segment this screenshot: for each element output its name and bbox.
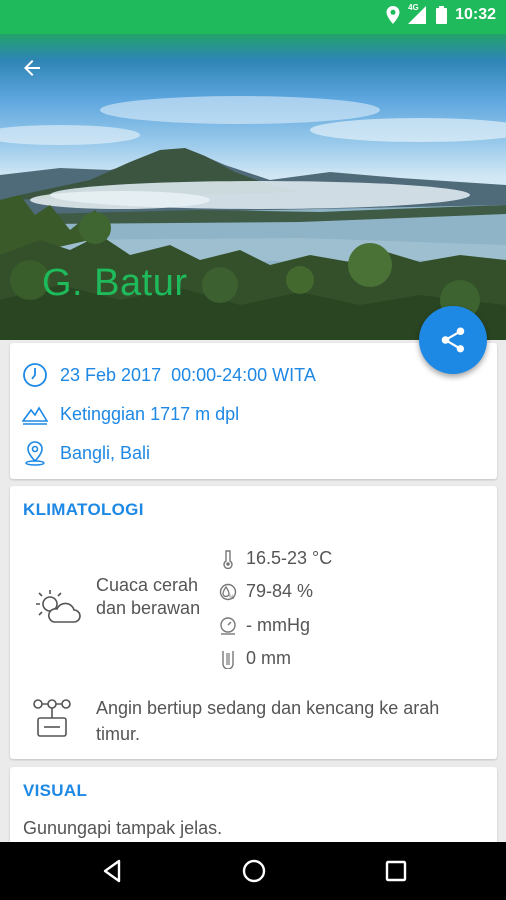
status-bar: 4G 10:32 bbox=[0, 0, 506, 34]
humidity-icon: % bbox=[219, 583, 237, 601]
mountain-icon bbox=[22, 406, 48, 425]
rain-gauge-icon bbox=[222, 650, 234, 669]
map-pin-icon bbox=[25, 441, 45, 466]
nav-back-button[interactable] bbox=[97, 856, 129, 886]
hero-image: G. Batur bbox=[0, 0, 506, 340]
rainfall-value: 0 mm bbox=[246, 648, 291, 668]
network-type: 4G bbox=[408, 3, 419, 12]
page-title: G. Batur bbox=[42, 262, 188, 304]
temperature-value: 16.5-23 °C bbox=[246, 548, 333, 568]
location-text: Bangli, Bali bbox=[60, 442, 151, 463]
rainfall-stat: 0 mm bbox=[218, 648, 291, 669]
navigation-bar bbox=[0, 842, 506, 900]
svg-text:%: % bbox=[229, 595, 235, 601]
thermometer-icon bbox=[223, 549, 233, 569]
nav-recents-button[interactable] bbox=[380, 856, 412, 886]
temperature-stat: 16.5-23 °C bbox=[218, 548, 332, 569]
climatology-card: KLIMATOLOGI Cuaca cerah dan berawan 16.5… bbox=[10, 486, 497, 759]
location-icon bbox=[386, 6, 400, 24]
clock-icon bbox=[23, 363, 47, 387]
visual-description: Gunungapi tampak jelas. bbox=[23, 818, 223, 838]
elevation-row: Ketinggian 1717 m dpl bbox=[22, 399, 239, 429]
arrow-back-icon bbox=[24, 60, 40, 76]
square-recents-icon bbox=[385, 860, 407, 882]
clock: 10:32 bbox=[455, 6, 496, 23]
barometer-icon bbox=[220, 616, 236, 635]
visual-card: VISUAL Gunungapi tampak jelas. bbox=[10, 767, 497, 847]
wind-gauge-icon bbox=[33, 699, 71, 737]
partly-cloudy-icon bbox=[36, 590, 81, 623]
humidity-value: 79-84 % bbox=[246, 581, 314, 601]
location-row: Bangli, Bali bbox=[22, 438, 150, 468]
battery-icon bbox=[436, 6, 448, 24]
pressure-stat: - mmHg bbox=[218, 615, 310, 636]
back-button[interactable] bbox=[20, 50, 64, 86]
status-icons: 4G 10:32 bbox=[386, 3, 496, 24]
weather-condition: Cuaca cerah dan berawan bbox=[96, 575, 201, 618]
humidity-stat: % 79-84 % bbox=[218, 581, 313, 602]
share-button[interactable] bbox=[419, 306, 487, 374]
circle-home-icon bbox=[242, 859, 266, 883]
elevation-text: Ketinggian 1717 m dpl bbox=[60, 403, 240, 424]
share-icon bbox=[441, 327, 465, 353]
climatology-title: KLIMATOLOGI bbox=[23, 500, 144, 519]
triangle-back-icon bbox=[103, 859, 121, 883]
pressure-value: - mmHg bbox=[246, 615, 310, 635]
info-card: 23 Feb 2017 00:00-24:00 WITA Ketinggian … bbox=[10, 343, 497, 479]
wind-description: Angin bertiup sedang dan kencang ke arah… bbox=[96, 698, 440, 744]
nav-home-button[interactable] bbox=[238, 856, 270, 886]
date-time-row: 23 Feb 2017 00:00-24:00 WITA bbox=[22, 360, 316, 390]
visual-title: VISUAL bbox=[23, 781, 88, 800]
date-time-text: 23 Feb 2017 00:00-24:00 WITA bbox=[60, 364, 316, 385]
